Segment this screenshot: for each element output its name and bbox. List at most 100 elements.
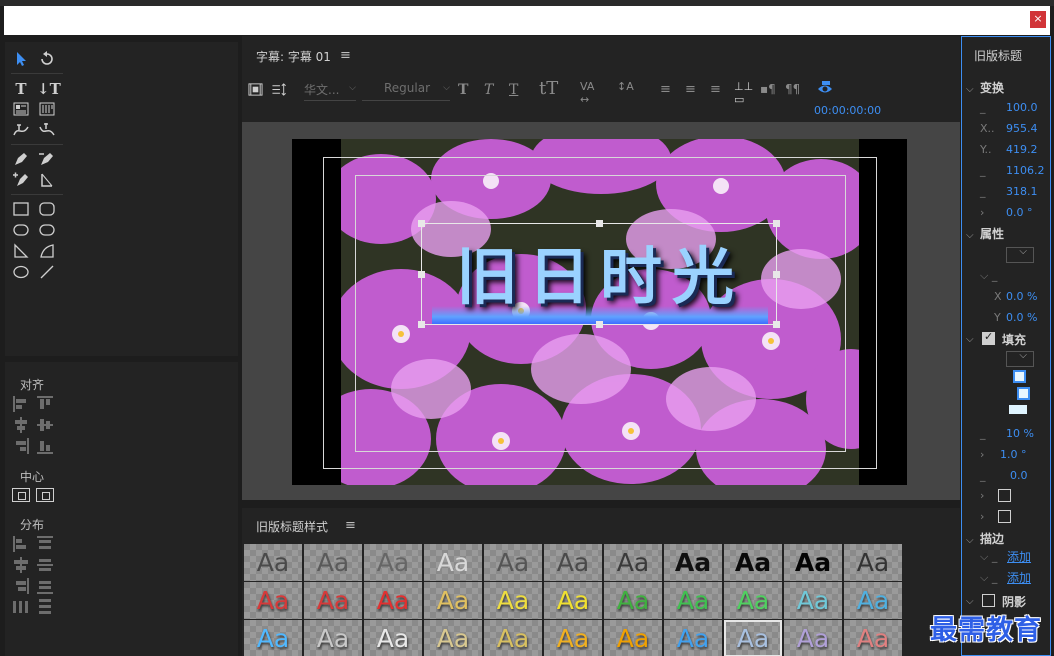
distribute-vertical-center-icon[interactable] — [37, 557, 53, 573]
width-value[interactable]: 1106.2 — [1006, 164, 1045, 177]
style-swatch[interactable]: Aa — [364, 582, 422, 619]
center-vertical-icon[interactable] — [36, 488, 54, 502]
resize-handle[interactable] — [596, 220, 603, 227]
shadow-checkbox[interactable] — [982, 594, 995, 607]
fill-repeat-value[interactable]: 0.0 — [1010, 469, 1028, 482]
align-right-icon[interactable] — [13, 438, 29, 454]
distribute-horizontal-even-icon[interactable] — [13, 599, 29, 615]
align-top-icon[interactable] — [37, 396, 53, 412]
align-center-text-icon[interactable]: ≡ — [685, 82, 696, 97]
y-position-value[interactable]: 419.2 — [1006, 143, 1038, 156]
font-style-select[interactable]: Regular ⌵ — [362, 81, 450, 101]
resize-handle[interactable] — [773, 220, 780, 227]
vertical-path-type-tool-icon[interactable] — [37, 121, 57, 139]
distort-x-value[interactable]: 0.0 % — [1006, 290, 1037, 303]
style-swatch[interactable]: Aa — [664, 582, 722, 619]
path-type-tool-icon[interactable] — [11, 121, 31, 139]
kerning-icon[interactable]: VA ↔ — [580, 80, 594, 106]
underline-icon[interactable]: T — [509, 82, 518, 98]
style-swatch[interactable]: Aa — [544, 620, 602, 656]
style-swatch[interactable]: Aa — [544, 544, 602, 581]
fill-angle-value[interactable]: 1.0 ° — [1000, 448, 1027, 461]
show-paragraph-icon[interactable]: ¶¶ — [785, 82, 800, 96]
style-swatch[interactable]: Aa — [664, 544, 722, 581]
distribute-bottom-icon[interactable] — [37, 578, 53, 594]
selection-tool-icon[interactable] — [11, 50, 31, 68]
style-swatch[interactable]: Aa — [784, 620, 842, 656]
timecode[interactable]: 00:00:00:00 — [814, 104, 881, 117]
rotation-tool-icon[interactable] — [37, 50, 57, 68]
style-swatch[interactable]: Aa — [424, 544, 482, 581]
resize-handle[interactable] — [596, 321, 603, 328]
add-inner-stroke-link[interactable]: 添加 — [1007, 548, 1031, 565]
fill-type-dropdown[interactable] — [1006, 350, 1034, 367]
font-size-icon[interactable]: tT — [539, 78, 558, 99]
leading-icon[interactable]: ↕A — [617, 80, 634, 93]
style-swatch[interactable]: Aa — [604, 544, 662, 581]
distribute-right-icon[interactable] — [13, 578, 29, 594]
distribute-top-icon[interactable] — [37, 536, 53, 552]
style-swatch[interactable]: Aa — [664, 620, 722, 656]
style-swatch[interactable]: Aa — [364, 620, 422, 656]
align-vertical-center-icon[interactable] — [37, 417, 53, 433]
align-left-icon[interactable] — [13, 396, 29, 412]
style-swatch[interactable]: Aa — [784, 544, 842, 581]
style-swatch[interactable]: Aa — [484, 620, 542, 656]
delete-anchor-tool-icon[interactable] — [37, 150, 57, 168]
style-swatch[interactable]: Aa — [484, 582, 542, 619]
attributes-section[interactable]: ⌵ 属性 — [966, 225, 1004, 242]
style-swatch[interactable]: Aa — [244, 620, 302, 656]
style-swatch[interactable]: Aa — [844, 544, 902, 581]
editor-menu-icon[interactable]: ≡ — [340, 48, 351, 63]
resize-handle[interactable] — [418, 271, 425, 278]
title-text[interactable]: 旧日时光 — [422, 226, 778, 316]
vertical-type-tool-icon[interactable]: ↓T — [37, 80, 61, 98]
close-button[interactable]: × — [1030, 11, 1046, 28]
styles-menu-icon[interactable]: ≡ — [345, 518, 356, 533]
fill-color-stop-icon[interactable] — [1017, 387, 1030, 400]
style-swatch[interactable]: Aa — [724, 620, 782, 656]
type-tool-icon[interactable]: T — [11, 80, 31, 98]
background-video-icon[interactable] — [248, 82, 263, 101]
bold-icon[interactable]: T — [458, 82, 468, 98]
fill-color-stop-icon[interactable] — [1013, 370, 1026, 383]
pen-tool-icon[interactable] — [11, 150, 31, 168]
rounded-rectangle-tool-icon[interactable] — [37, 200, 57, 218]
style-swatch[interactable]: Aa — [304, 582, 362, 619]
rotation-value[interactable]: 0.0 ° — [1006, 206, 1033, 219]
line-tool-icon[interactable] — [37, 263, 57, 281]
style-swatch[interactable]: Aa — [844, 620, 902, 656]
font-dropdown[interactable] — [1006, 246, 1034, 263]
style-swatch[interactable]: Aa — [604, 620, 662, 656]
fill-checkbox[interactable] — [982, 330, 995, 345]
transform-section[interactable]: ⌵ 变换 — [966, 79, 1004, 96]
distort-y-value[interactable]: 0.0 % — [1006, 311, 1037, 324]
distribute-horizontal-center-icon[interactable] — [13, 557, 29, 573]
style-swatch[interactable]: Aa — [244, 544, 302, 581]
tab-stops-icon[interactable]: ⊥⊥ ▭ — [734, 80, 753, 106]
wedge-tool-icon[interactable] — [11, 242, 31, 260]
resize-handle[interactable] — [773, 271, 780, 278]
style-swatch[interactable]: Aa — [724, 582, 782, 619]
sheen-checkbox[interactable] — [998, 489, 1011, 502]
distribute-left-icon[interactable] — [13, 536, 29, 552]
x-position-value[interactable]: 955.4 — [1006, 122, 1038, 135]
style-swatch[interactable]: Aa — [364, 544, 422, 581]
roll-crawl-options-icon[interactable] — [271, 82, 287, 101]
show-background-video-icon[interactable] — [817, 80, 833, 100]
style-swatch[interactable]: Aa — [244, 582, 302, 619]
align-horizontal-center-icon[interactable] — [13, 417, 29, 433]
resize-handle[interactable] — [418, 321, 425, 328]
vertical-area-type-tool-icon[interactable] — [37, 100, 57, 118]
style-swatch[interactable]: Aa — [544, 582, 602, 619]
add-outer-stroke-link[interactable]: 添加 — [1007, 569, 1031, 586]
fill-color-swatch[interactable] — [1009, 405, 1027, 414]
title-text-box[interactable]: 旧日时光 — [418, 220, 780, 328]
align-bottom-icon[interactable] — [37, 438, 53, 454]
style-swatch[interactable]: Aa — [484, 544, 542, 581]
fill-opacity-value[interactable]: 10 % — [1006, 427, 1034, 440]
height-value[interactable]: 318.1 — [1006, 185, 1038, 198]
italic-icon[interactable]: T — [484, 82, 493, 98]
rectangle-tool-icon[interactable] — [11, 200, 31, 218]
rounded-corner-rectangle-tool-icon[interactable] — [37, 221, 57, 239]
